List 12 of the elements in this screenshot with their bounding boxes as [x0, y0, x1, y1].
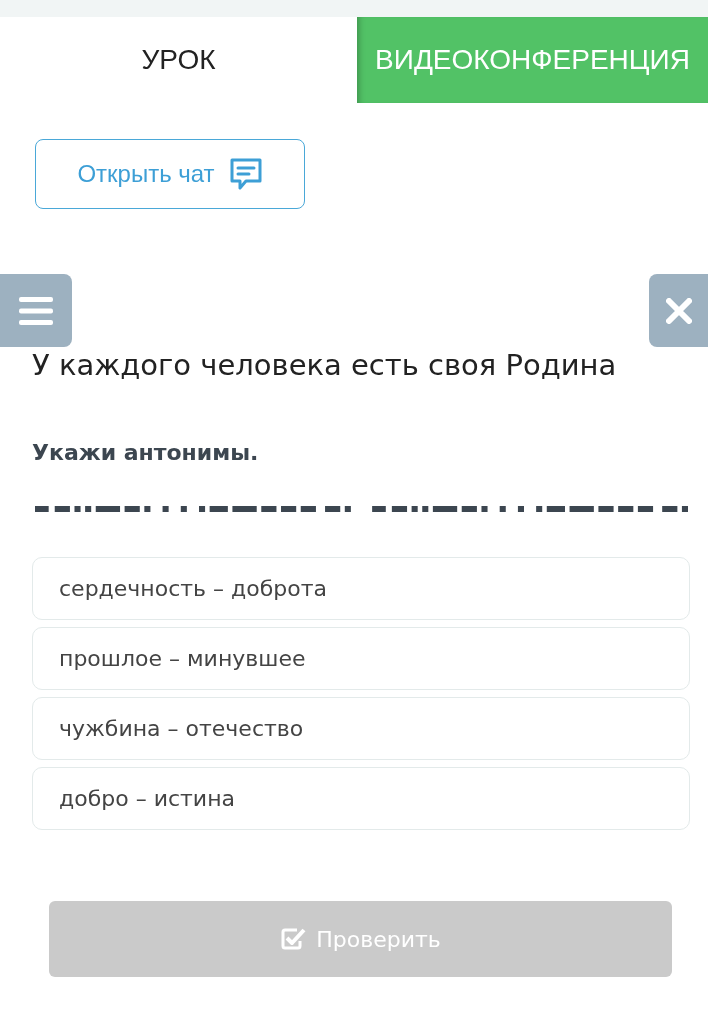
menu-button[interactable]: [0, 274, 72, 347]
checkbox-tick-icon: [280, 927, 307, 951]
answer-option[interactable]: прошлое – минувшее: [32, 627, 690, 690]
answer-option[interactable]: добро – истина: [32, 767, 690, 830]
lesson-title: У каждого человека есть своя Родина: [32, 347, 618, 383]
close-button[interactable]: [649, 274, 708, 347]
chat-icon: [228, 157, 263, 191]
answer-option[interactable]: чужбина – отечество: [32, 697, 690, 760]
task-instruction: Укажи антонимы.: [32, 439, 260, 467]
answer-option[interactable]: сердечность – доброта: [32, 557, 690, 620]
menu-icon: [19, 296, 53, 325]
close-icon: [665, 297, 692, 324]
